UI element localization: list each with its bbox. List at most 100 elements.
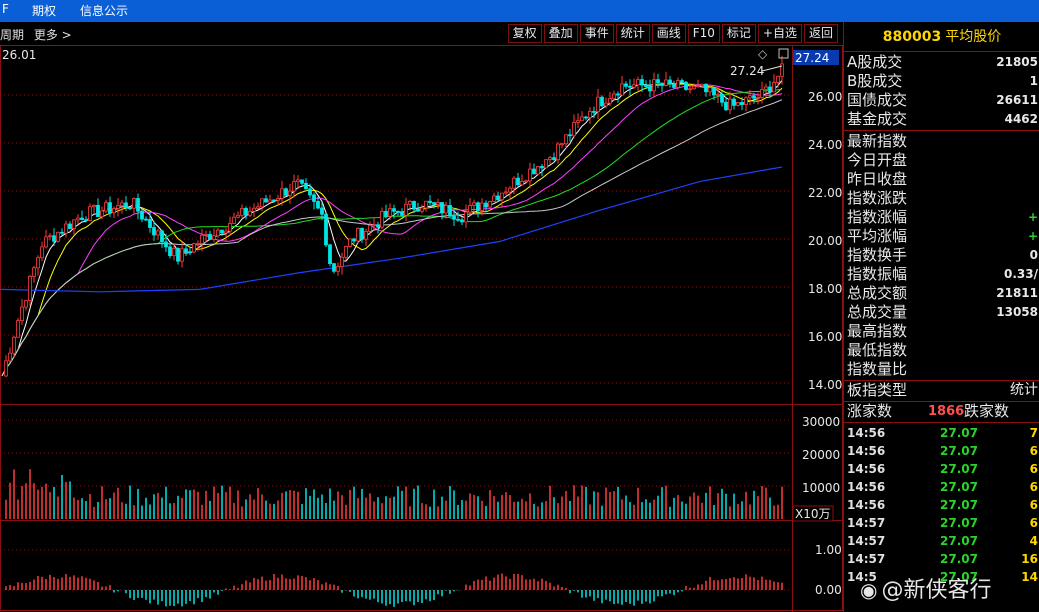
candle-body: [428, 200, 432, 203]
latest-price-badge: 27.24: [795, 51, 829, 65]
candle-body: [572, 122, 576, 137]
grid-lines: [0, 94, 792, 591]
draw-line-button[interactable]: 画线: [651, 24, 686, 43]
event-button[interactable]: 事件: [579, 24, 614, 43]
candle-body: [684, 81, 688, 90]
stat-row: 基金成交 4462: [847, 110, 1038, 128]
candle-body: [64, 223, 68, 234]
menu-bar: F 期权 信息公示: [0, 0, 1039, 22]
add-watchlist-button[interactable]: +自选: [757, 24, 802, 43]
menu-item-disclosure[interactable]: 信息公示: [80, 2, 128, 19]
candle-body: [276, 197, 280, 201]
candle-body: [208, 233, 212, 240]
candle-body: [232, 216, 236, 224]
chart-area: 26.00 24.00 22.00 20.00 18.00 16.00 14.0…: [0, 22, 843, 612]
watermark: ◉ @新侠客行: [860, 578, 992, 603]
macd-bars: [5, 573, 783, 607]
candle-body: [664, 79, 668, 86]
candle-body: [40, 246, 44, 259]
candle-body: [188, 251, 192, 254]
price-label-2400: 24.00: [808, 138, 842, 152]
candle-body: [508, 187, 512, 193]
candle-body: [608, 98, 612, 104]
candle-body: [32, 267, 36, 277]
candle-body: [260, 198, 264, 208]
candle-body: [464, 211, 468, 223]
candle-body: [496, 195, 500, 201]
menu-item-options[interactable]: 期权: [32, 2, 56, 19]
candle-body: [536, 166, 540, 175]
candle-body: [128, 207, 132, 209]
candle-body: [532, 168, 536, 175]
stat-row: A股成交 21805: [847, 53, 1038, 71]
candle-body: [296, 179, 300, 183]
candle-body: [652, 79, 656, 92]
candle-body: [452, 215, 456, 220]
adjust-button[interactable]: 复权: [507, 24, 542, 43]
window-icon[interactable]: [778, 48, 789, 59]
volume-unit-badge: X10万: [795, 507, 831, 521]
candle-body: [580, 116, 584, 122]
candle-body: [616, 93, 620, 96]
price-label-1400: 14.00: [808, 378, 842, 392]
candle-body: [68, 223, 72, 229]
chart-frame: [0, 45, 843, 611]
info-panel: 880003 平均股价 A股成交 21805 B股成交 1 国债成交 26611 基金成…: [843, 22, 1039, 612]
stat-row: 最低指数: [847, 341, 908, 359]
mark-button[interactable]: 标记: [721, 24, 756, 43]
candle-body: [376, 224, 380, 228]
ma-line: [1, 88, 783, 377]
candle-body: [472, 202, 476, 206]
candle-body: [300, 179, 304, 184]
candle-body: [628, 85, 632, 88]
candle-body: [28, 275, 32, 301]
back-button[interactable]: 返回: [803, 24, 838, 43]
kline-chart[interactable]: 26.00 24.00 22.00 20.00 18.00 16.00 14.0…: [0, 22, 843, 612]
period-label[interactable]: 周期: [0, 28, 24, 42]
candle-body: [528, 168, 532, 182]
candle-body: [432, 202, 436, 205]
candle-body: [108, 202, 112, 214]
candle-body: [764, 86, 768, 90]
candle-body: [92, 204, 96, 208]
candle-body: [216, 229, 220, 237]
candle-body: [736, 102, 740, 106]
candle-body: [740, 102, 744, 105]
candle-body: [332, 263, 336, 272]
candle-body: [644, 84, 648, 87]
candle-body: [480, 202, 484, 211]
candle-body: [476, 202, 480, 211]
candle-body: [544, 159, 548, 169]
stats-button[interactable]: 统计: [615, 24, 650, 43]
index-name: 平均股价: [945, 29, 1002, 45]
f10-button[interactable]: F10: [687, 24, 720, 43]
candle-body: [756, 97, 760, 99]
candle-body: [144, 218, 148, 221]
candle-body: [48, 235, 52, 238]
candle-body: [320, 207, 324, 215]
candle-body: [408, 201, 412, 205]
diamond-icon[interactable]: ◇: [758, 47, 768, 61]
candle-body: [748, 95, 752, 99]
overlay-button[interactable]: 叠加: [543, 24, 578, 43]
down-count-label: 跌家数: [964, 402, 1010, 420]
candle-body: [292, 181, 296, 192]
candle-body: [252, 207, 256, 212]
candle-body: [56, 231, 60, 242]
candle-body: [612, 93, 616, 99]
candle-body: [380, 210, 384, 228]
more-menu[interactable]: 更多 >: [34, 28, 72, 42]
candle-body: [404, 203, 408, 216]
volume-bars: [5, 469, 783, 519]
menu-item-f[interactable]: F: [2, 2, 9, 16]
stat-row: 今日开盘: [847, 151, 908, 169]
candle-body: [224, 230, 228, 234]
candle-body: [448, 205, 452, 217]
candle-body: [84, 219, 88, 222]
candle-body: [548, 157, 552, 161]
candle-body: [560, 143, 564, 146]
candle-body: [732, 98, 736, 106]
candle-body: [752, 95, 756, 99]
candle-body: [592, 111, 596, 113]
candle-body: [424, 200, 428, 209]
